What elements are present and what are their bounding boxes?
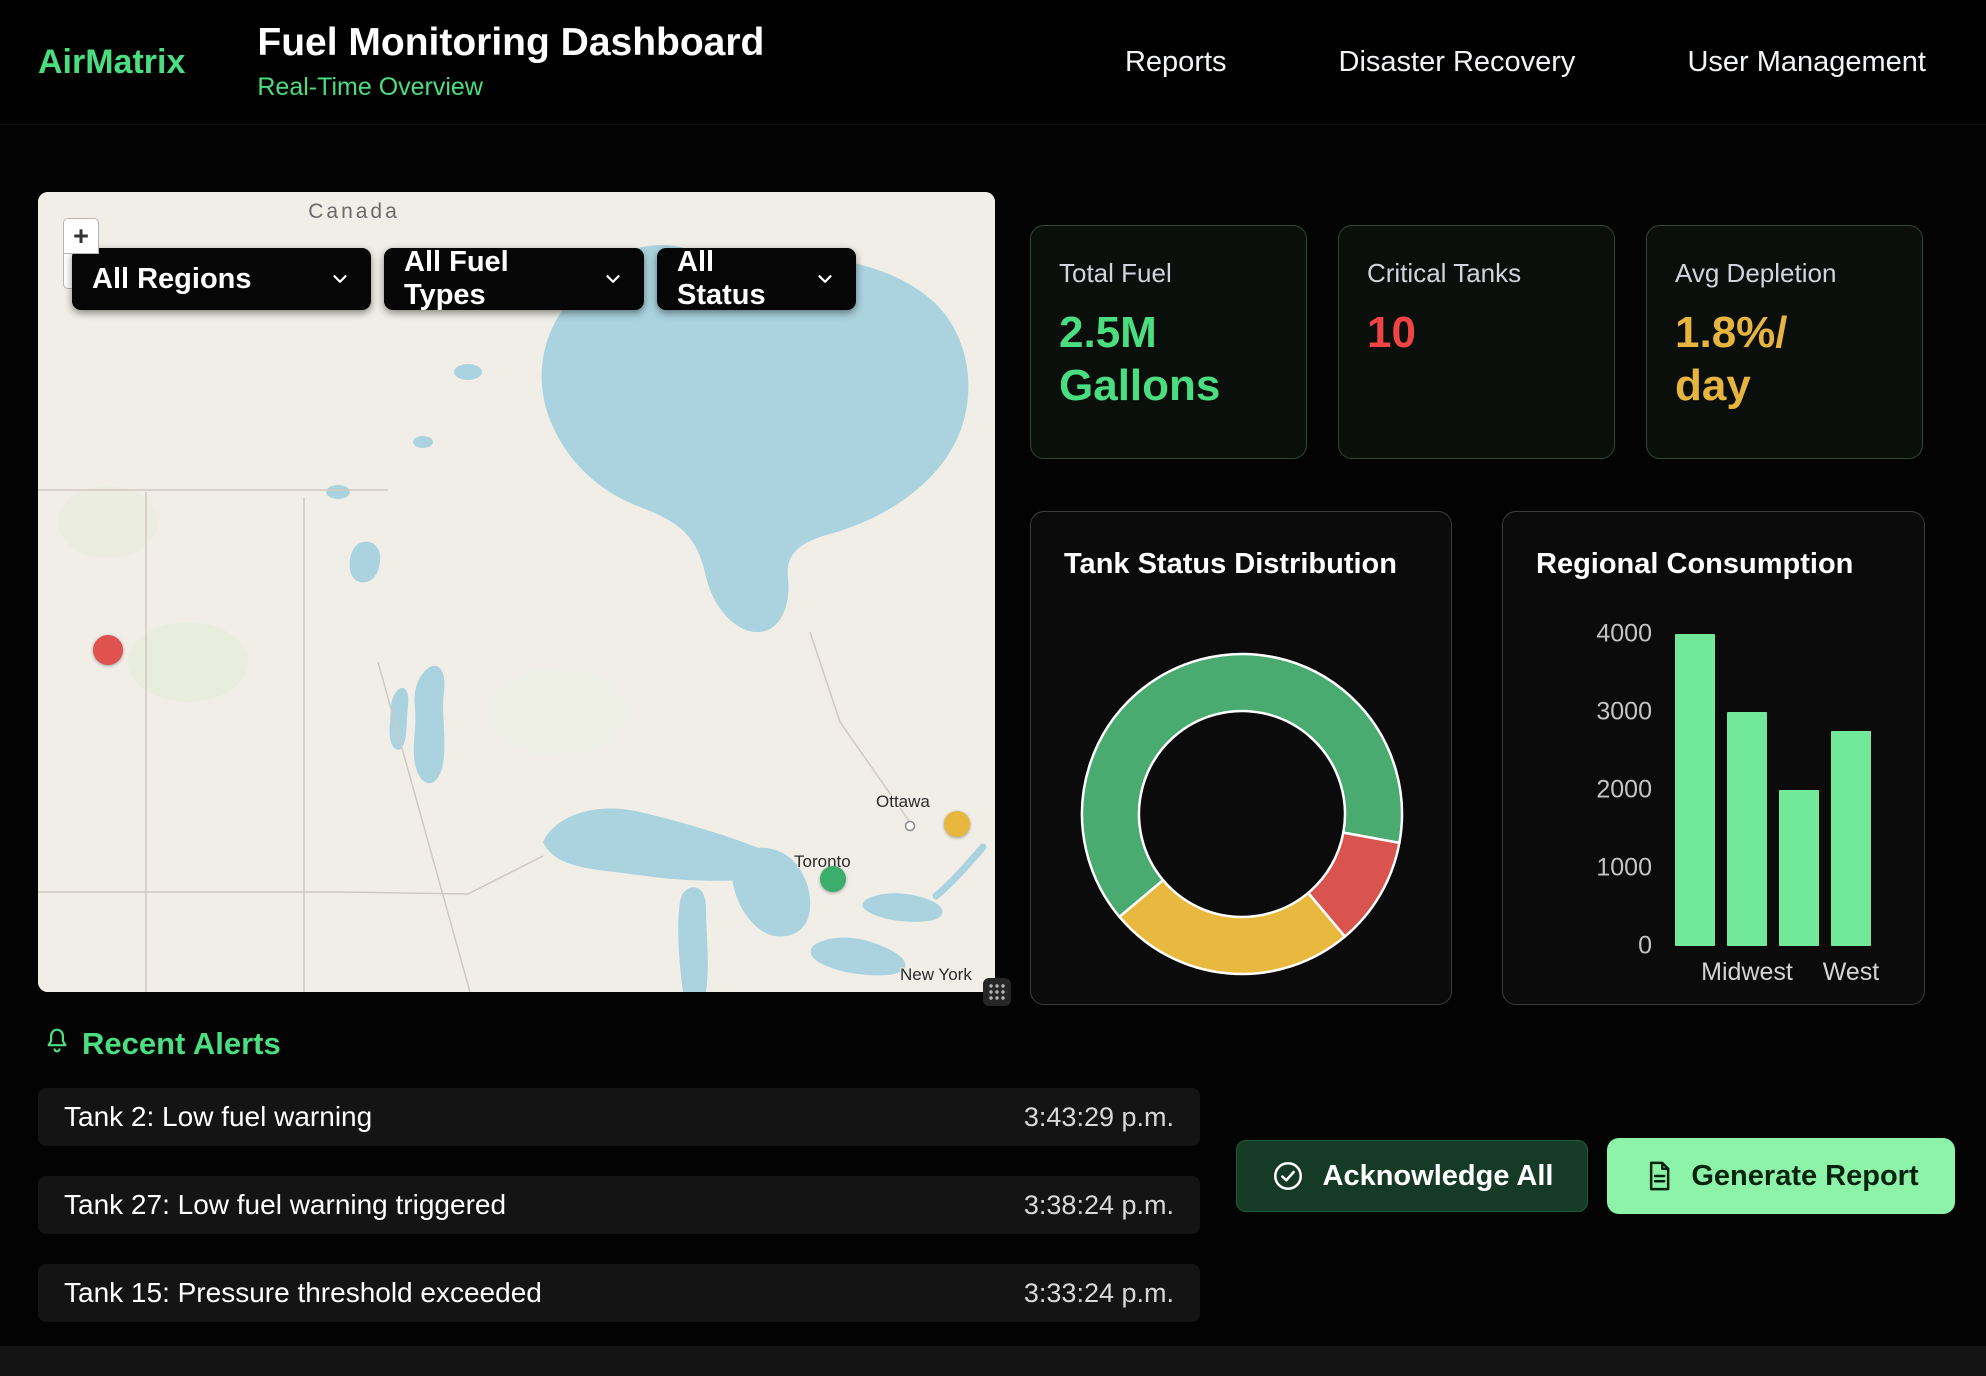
recent-alerts-heading: Recent Alerts [82,1026,281,1062]
grip-dots-icon [988,983,1006,1001]
chevron-down-icon [602,268,624,290]
map-label-new-york: New York [900,965,972,985]
nav-item-reports[interactable]: Reports [1125,46,1227,79]
check-circle-icon [1271,1159,1305,1193]
document-icon [1643,1159,1675,1193]
alert-message: Tank 15: Pressure threshold exceeded [64,1277,542,1309]
y-axis: 4000 3000 2000 1000 0 [1503,512,1660,1004]
filter-fuel-types-value: All Fuel Types [404,246,588,312]
stat-value-total-fuel: 2.5M Gallons [1059,307,1278,413]
map-panel[interactable]: Canada Ottawa Toronto New York + − All R… [38,192,995,992]
acknowledge-all-label: Acknowledge All [1323,1160,1554,1193]
alert-message: Tank 27: Low fuel warning triggered [64,1189,506,1221]
bar-3 [1831,731,1871,946]
tank-status-distribution-card: Tank Status Distribution [1030,511,1452,1005]
generate-report-button[interactable]: Generate Report [1607,1138,1955,1214]
stat-label: Total Fuel [1059,258,1278,289]
bar-0 [1675,634,1715,946]
regional-consumption-card: Regional Consumption 4000 3000 2000 1000… [1502,511,1925,1005]
alert-row: Tank 27: Low fuel warning triggered 3:38… [38,1176,1200,1234]
stat-value-critical-tanks: 10 [1367,307,1586,360]
nav-item-user-management[interactable]: User Management [1687,46,1926,79]
map-canvas[interactable] [38,192,995,992]
y-tick: 2000 [1596,776,1652,805]
bar-chart [1675,634,1871,946]
tank-marker-critical[interactable] [93,635,123,665]
acknowledge-all-button[interactable]: Acknowledge All [1236,1140,1588,1212]
donut-chart [1080,652,1404,976]
filter-status-value: All Status [677,246,800,312]
bar-2 [1779,790,1819,946]
tank-marker-warning[interactable] [944,811,970,837]
map-filters: All Regions All Fuel Types All Status [72,248,856,310]
stat-card-avg-depletion: Avg Depletion 1.8%/ day [1646,225,1923,459]
y-tick: 1000 [1596,854,1652,883]
page-subtitle: Real-Time Overview [257,73,764,102]
stat-card-total-fuel: Total Fuel 2.5M Gallons [1030,225,1307,459]
generate-report-label: Generate Report [1691,1160,1918,1193]
x-tick-midwest: Midwest [1701,958,1793,987]
y-tick: 4000 [1596,620,1652,649]
alert-timestamp: 3:38:24 p.m. [1024,1190,1174,1221]
brand-logo[interactable]: AirMatrix [38,43,185,82]
title-block: Fuel Monitoring Dashboard Real-Time Over… [257,22,764,102]
alert-row: Tank 2: Low fuel warning 3:43:29 p.m. [38,1088,1200,1146]
resize-grip-handle[interactable] [983,978,1011,1006]
x-tick-west: West [1823,958,1880,987]
filter-regions-value: All Regions [92,263,252,296]
stat-value-avg-depletion: 1.8%/ day [1675,307,1894,413]
bar-1 [1727,712,1767,946]
filter-regions-select[interactable]: All Regions [72,248,371,310]
ottawa-city-dot [906,822,915,831]
map-label-canada: Canada [308,200,400,224]
main-nav: Reports Disaster Recovery User Managemen… [1125,46,1926,79]
alert-message: Tank 2: Low fuel warning [64,1101,372,1133]
alert-timestamp: 3:33:24 p.m. [1024,1278,1174,1309]
map-label-ottawa: Ottawa [876,792,930,812]
stat-card-critical-tanks: Critical Tanks 10 [1338,225,1615,459]
nav-item-disaster-recovery[interactable]: Disaster Recovery [1339,46,1576,79]
stat-label: Avg Depletion [1675,258,1894,289]
header: AirMatrix Fuel Monitoring Dashboard Real… [0,0,1986,125]
chevron-down-icon [329,268,351,290]
alert-timestamp: 3:43:29 p.m. [1024,1102,1174,1133]
stat-label: Critical Tanks [1367,258,1586,289]
bell-icon [42,1026,72,1058]
alert-row: Tank 15: Pressure threshold exceeded 3:3… [38,1264,1200,1322]
zoom-in-button[interactable]: + [63,218,99,254]
filter-status-select[interactable]: All Status [657,248,856,310]
page-title: Fuel Monitoring Dashboard [257,22,764,65]
chevron-down-icon [814,268,836,290]
footer-bar [0,1346,1986,1376]
y-tick: 3000 [1596,698,1652,727]
filter-fuel-types-select[interactable]: All Fuel Types [384,248,644,310]
chart-title: Tank Status Distribution [1064,548,1397,581]
y-tick: 0 [1638,932,1652,961]
tank-marker-normal[interactable] [820,866,846,892]
